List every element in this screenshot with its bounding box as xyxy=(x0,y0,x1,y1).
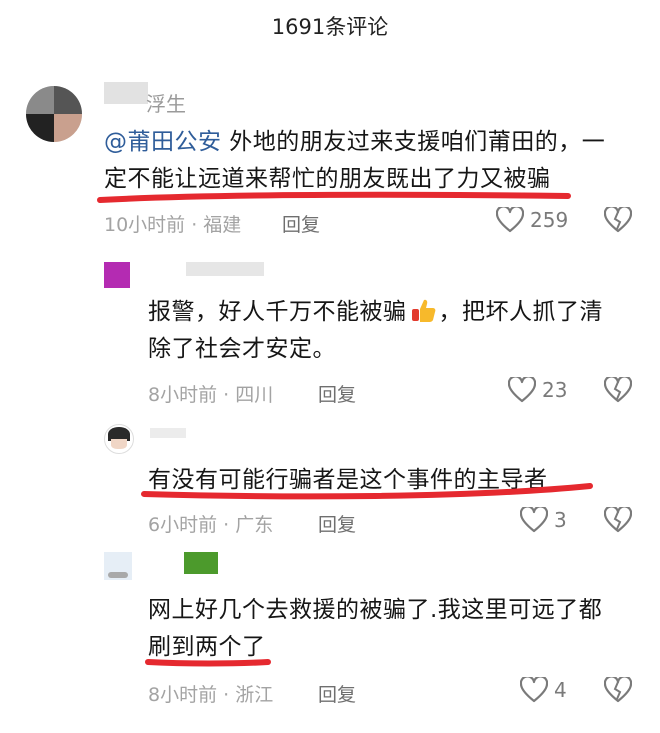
avatar[interactable] xyxy=(104,262,130,288)
comment-meta: 8小时前 · 四川 xyxy=(148,384,274,406)
broken-heart-icon xyxy=(604,207,632,233)
reply-button[interactable]: 回复 xyxy=(318,510,356,537)
dislike-button[interactable] xyxy=(604,377,632,403)
comment-count-header: 1691条评论 xyxy=(0,0,660,52)
reply-button[interactable]: 回复 xyxy=(318,380,356,407)
heart-icon xyxy=(520,507,548,533)
dislike-button[interactable] xyxy=(604,207,632,233)
heart-icon xyxy=(508,377,536,403)
like-button[interactable]: 23 xyxy=(508,377,567,403)
mention-link[interactable]: @莆田公安 xyxy=(104,129,222,155)
heart-icon xyxy=(496,207,524,233)
broken-heart-icon xyxy=(604,677,632,703)
broken-heart-icon xyxy=(604,377,632,403)
comment-text: @莆田公安 外地的朋友过来支援咱们莆田的，一 定不能让远道来帮忙的朋友既出了力又… xyxy=(104,129,606,192)
comment-count-title: 1691条评论 xyxy=(271,15,389,39)
like-count: 4 xyxy=(554,678,567,702)
like-button[interactable]: 4 xyxy=(520,677,567,703)
thumbs-up-emoji-icon xyxy=(411,299,435,322)
username-mosaic xyxy=(104,82,148,104)
username-mosaic xyxy=(186,262,264,276)
comment-meta: 8小时前 · 浙江 xyxy=(148,684,274,706)
username[interactable]: 浮生 xyxy=(146,88,186,117)
like-button[interactable]: 259 xyxy=(496,207,568,233)
comment-meta: 10小时前 · 福建 xyxy=(104,214,242,236)
like-count: 259 xyxy=(530,208,569,232)
red-underline xyxy=(145,659,271,667)
dislike-button[interactable] xyxy=(604,507,632,533)
username-mosaic xyxy=(150,428,186,438)
avatar[interactable] xyxy=(104,552,132,580)
avatar[interactable] xyxy=(104,424,134,454)
broken-heart-icon xyxy=(604,507,632,533)
like-button[interactable]: 3 xyxy=(520,507,567,533)
like-count: 3 xyxy=(554,508,567,532)
red-underline xyxy=(141,483,593,500)
avatar[interactable] xyxy=(26,86,82,142)
dislike-button[interactable] xyxy=(604,677,632,703)
reply-button[interactable]: 回复 xyxy=(318,680,356,707)
heart-icon xyxy=(520,677,548,703)
reply-button[interactable]: 回复 xyxy=(282,210,320,237)
comment-meta: 6小时前 · 广东 xyxy=(148,514,274,536)
comment-text: 报警，好人千万不能被骗 ，把坏人抓了清 除了社会才安定。 xyxy=(148,294,648,368)
like-count: 23 xyxy=(542,378,568,402)
username-mosaic xyxy=(184,552,218,574)
